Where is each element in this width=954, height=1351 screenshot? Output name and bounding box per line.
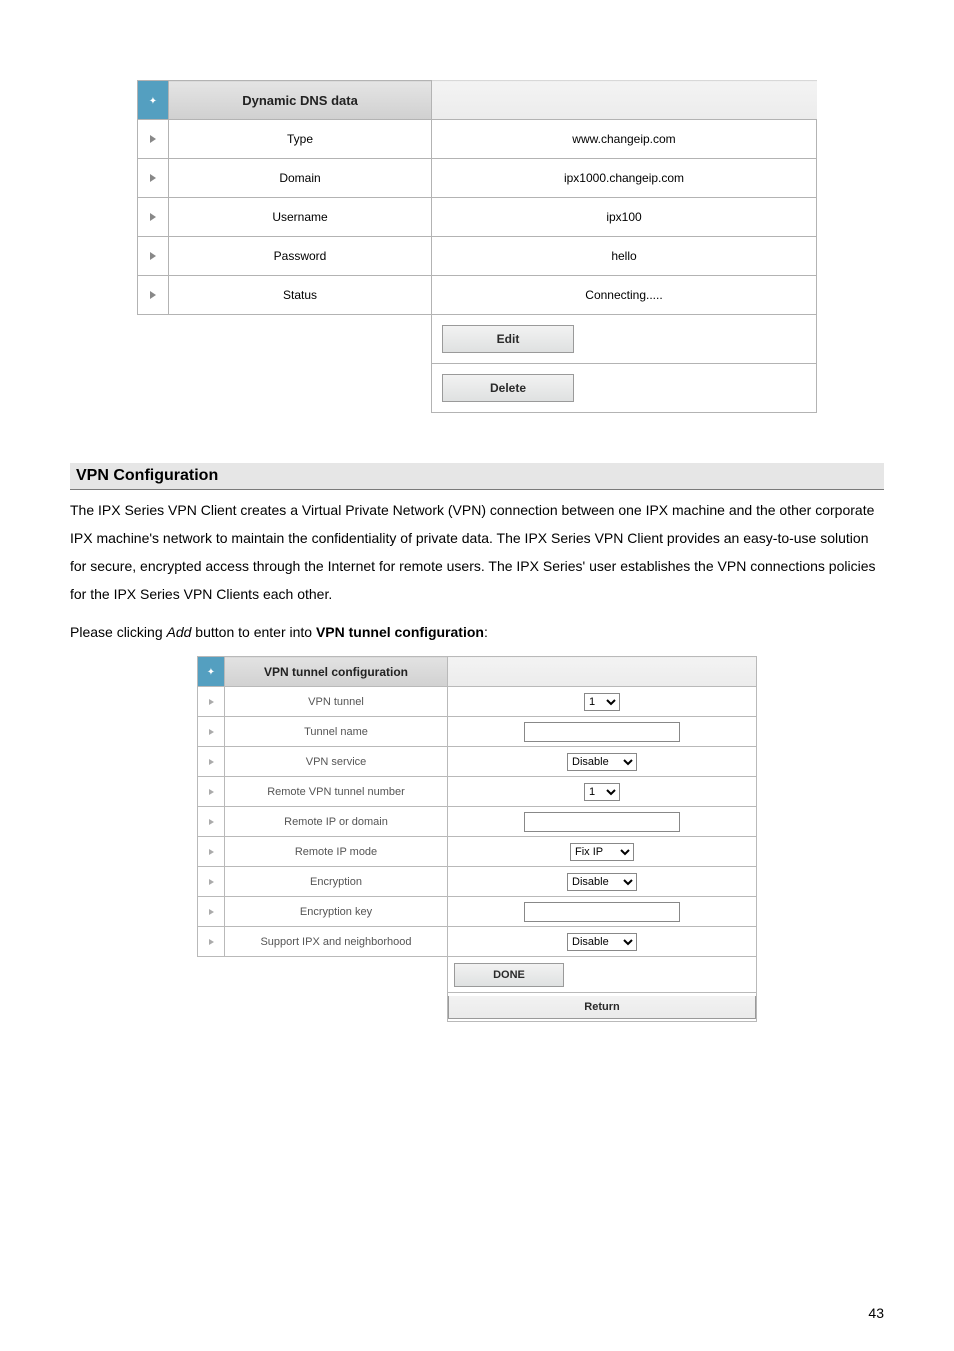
edit-button[interactable]: Edit: [442, 325, 574, 353]
arrow-icon: [138, 276, 169, 315]
vpn-tunnel-bold: VPN tunnel configuration: [316, 624, 484, 640]
dns-value: ipx100: [432, 198, 817, 237]
text-segment: Please clicking: [70, 624, 167, 640]
dns-row-password: Password hello: [138, 237, 817, 276]
vpn-header-spacer: [448, 657, 757, 687]
arrow-icon: [138, 198, 169, 237]
vpn-label: Remote IP mode: [225, 837, 448, 867]
dns-header-spacer: [432, 81, 817, 120]
vpn-label: Tunnel name: [225, 717, 448, 747]
vpn-label: Remote VPN tunnel number: [225, 777, 448, 807]
vpn-configuration-instruction: Please clicking Add button to enter into…: [70, 618, 884, 646]
header-star-icon: ✦: [198, 657, 225, 687]
remote-ip-input[interactable]: [524, 812, 680, 832]
arrow-icon: [198, 687, 225, 717]
arrow-icon: [198, 927, 225, 957]
encryption-key-input[interactable]: [524, 902, 680, 922]
dns-row-status: Status Connecting.....: [138, 276, 817, 315]
page-number: 43: [868, 1305, 884, 1321]
vpn-label: Encryption: [225, 867, 448, 897]
arrow-icon: [138, 159, 169, 198]
remote-tunnel-number-select[interactable]: 1: [584, 783, 620, 801]
vpn-configuration-paragraph: The IPX Series VPN Client creates a Virt…: [70, 496, 884, 608]
arrow-icon: [198, 837, 225, 867]
dns-label: Type: [169, 120, 432, 159]
dns-row-domain: Domain ipx1000.changeip.com: [138, 159, 817, 198]
vpn-tunnel-select[interactable]: 1: [584, 693, 620, 711]
arrow-icon: [198, 807, 225, 837]
vpn-label: Remote IP or domain: [225, 807, 448, 837]
delete-button[interactable]: Delete: [442, 374, 574, 402]
arrow-icon: [138, 237, 169, 276]
vpn-service-select[interactable]: Disable: [567, 753, 637, 771]
dns-row-type: Type www.changeip.com: [138, 120, 817, 159]
dns-label: Password: [169, 237, 432, 276]
arrow-icon: [198, 897, 225, 927]
arrow-icon: [198, 867, 225, 897]
header-star-icon: ✦: [138, 81, 169, 120]
arrow-icon: [198, 747, 225, 777]
dns-row-username: Username ipx100: [138, 198, 817, 237]
dns-value: Connecting.....: [432, 276, 817, 315]
remote-ip-mode-select[interactable]: Fix IP: [570, 843, 634, 861]
dns-label: Username: [169, 198, 432, 237]
vpn-header-title: VPN tunnel configuration: [225, 657, 448, 687]
encryption-select[interactable]: Disable: [567, 873, 637, 891]
return-button[interactable]: Return: [448, 996, 756, 1019]
text-segment: button to enter into: [191, 624, 316, 640]
support-ipx-select[interactable]: Disable: [567, 933, 637, 951]
tunnel-name-input[interactable]: [524, 722, 680, 742]
vpn-label: Encryption key: [225, 897, 448, 927]
dns-value: ipx1000.changeip.com: [432, 159, 817, 198]
dns-label: Domain: [169, 159, 432, 198]
dns-header-title: Dynamic DNS data: [169, 81, 432, 120]
vpn-label: VPN tunnel: [225, 687, 448, 717]
text-segment: :: [484, 624, 488, 640]
arrow-icon: [138, 120, 169, 159]
dns-value: hello: [432, 237, 817, 276]
arrow-icon: [198, 717, 225, 747]
vpn-configuration-heading: VPN Configuration: [70, 463, 884, 490]
done-button[interactable]: DONE: [454, 963, 564, 987]
dns-label: Status: [169, 276, 432, 315]
dynamic-dns-table: ✦ Dynamic DNS data Type www.changeip.com…: [137, 80, 817, 413]
vpn-label: Support IPX and neighborhood: [225, 927, 448, 957]
arrow-icon: [198, 777, 225, 807]
vpn-label: VPN service: [225, 747, 448, 777]
add-italic: Add: [167, 624, 192, 640]
dns-value: www.changeip.com: [432, 120, 817, 159]
vpn-tunnel-config-table: ✦ VPN tunnel configuration VPN tunnel 1 …: [197, 656, 757, 1022]
